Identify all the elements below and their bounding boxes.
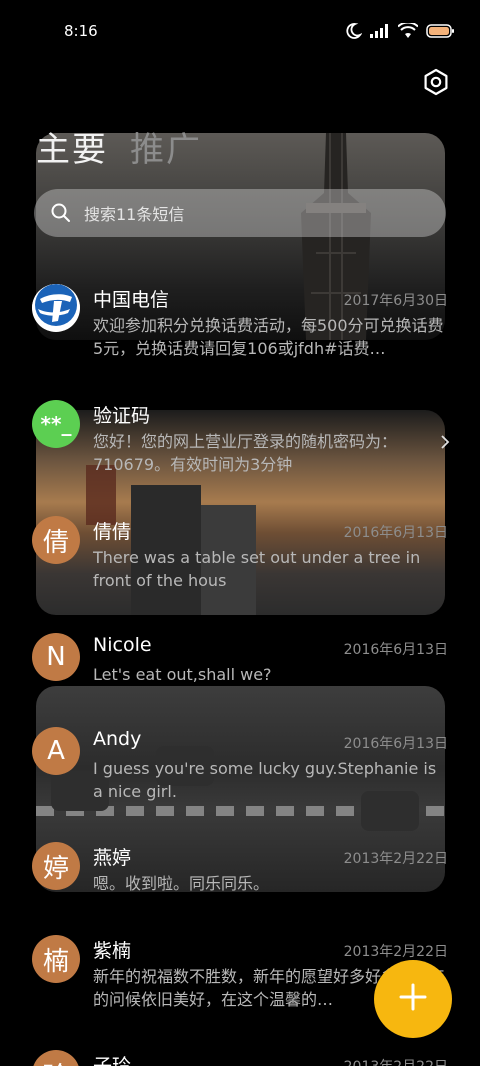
avatar: 婷 [32, 842, 80, 890]
search-icon [50, 202, 72, 228]
contact-name: 中国电信 [93, 289, 170, 311]
search-input[interactable] [82, 189, 416, 239]
status-bar: 8:16 [0, 0, 480, 62]
new-message-button[interactable] [374, 960, 452, 1038]
plus-icon [399, 983, 427, 1015]
chevron-right-icon[interactable] [440, 434, 450, 454]
tab-main[interactable]: 主要 [36, 122, 108, 171]
moon-icon [344, 22, 362, 40]
avatar: 玲 [32, 1050, 80, 1066]
status-icons [344, 22, 454, 40]
conversation-item-qianqian[interactable]: 倩 倩倩 2016年6月13日 There was a table set ou… [0, 516, 480, 612]
avatar: 倩 [32, 516, 80, 564]
tab-promotions[interactable]: 推广 [130, 122, 202, 171]
china-telecom-logo-icon [32, 284, 80, 332]
signal-icon [370, 24, 390, 38]
message-preview: 欢迎参加积分兑换话费活动，每500分可兑换话费5元，兑换话费请回复106或jfd… [93, 316, 444, 358]
contact-name: Nicole [93, 634, 152, 656]
message-date: 2016年6月13日 [343, 736, 448, 752]
gear-icon [421, 68, 451, 101]
conversation-item-verification-code[interactable]: **_ 验证码 您好！您的网上营业厅登录的随机密码为：710679。有效时间为3… [0, 400, 480, 496]
message-date: 2016年6月13日 [343, 525, 448, 541]
search-bar[interactable] [34, 189, 446, 239]
avatar [32, 284, 80, 332]
conversation-item-ziling[interactable]: 玲 子玲 2013年2月22日 [0, 1050, 480, 1066]
tab-bar: 主要 推广 [36, 122, 202, 172]
avatar: **_ [32, 400, 80, 448]
message-preview: Let's eat out,shall we? [93, 665, 272, 684]
conversation-item-andy[interactable]: A Andy 2016年6月13日 I guess you're some lu… [0, 727, 480, 823]
message-preview: There was a table set out under a tree i… [93, 548, 421, 590]
verification-code-icon: **_ [40, 412, 72, 436]
battery-icon [426, 24, 454, 38]
conversation-item-yanting[interactable]: 婷 燕婷 2013年2月22日 嗯。收到啦。同乐同乐。 [0, 842, 480, 938]
message-preview: 您好！您的网上营业厅登录的随机密码为：710679。有效时间为3分钟 [93, 432, 398, 474]
contact-name: 子玲 [93, 1055, 132, 1066]
contact-name: 验证码 [93, 405, 151, 427]
message-preview: 嗯。收到啦。同乐同乐。 [93, 874, 270, 893]
status-time: 8:16 [64, 22, 98, 40]
message-date: 2013年2月22日 [343, 944, 448, 960]
conversation-item-nicole[interactable]: N Nicole 2016年6月13日 Let's eat out,shall … [0, 633, 480, 729]
message-date: 2013年2月22日 [344, 1056, 448, 1066]
message-date: 2013年2月22日 [343, 851, 448, 867]
contact-name: 燕婷 [93, 847, 132, 869]
settings-button[interactable] [421, 67, 451, 97]
contact-name: Andy [93, 728, 142, 750]
contact-name: 倩倩 [93, 521, 132, 543]
message-date: 2016年6月13日 [343, 642, 448, 658]
conversation-item-china-telecom[interactable]: 中国电信 2017年6月30日 欢迎参加积分兑换话费活动，每500分可兑换话费5… [0, 284, 480, 380]
avatar: N [32, 633, 80, 681]
avatar: A [32, 727, 80, 775]
avatar: 楠 [32, 935, 80, 983]
message-preview: I guess you're some lucky guy.Stephanie … [93, 759, 437, 801]
contact-name: 紫楠 [93, 940, 132, 962]
message-date: 2017年6月30日 [343, 293, 448, 309]
wifi-icon [398, 23, 418, 39]
